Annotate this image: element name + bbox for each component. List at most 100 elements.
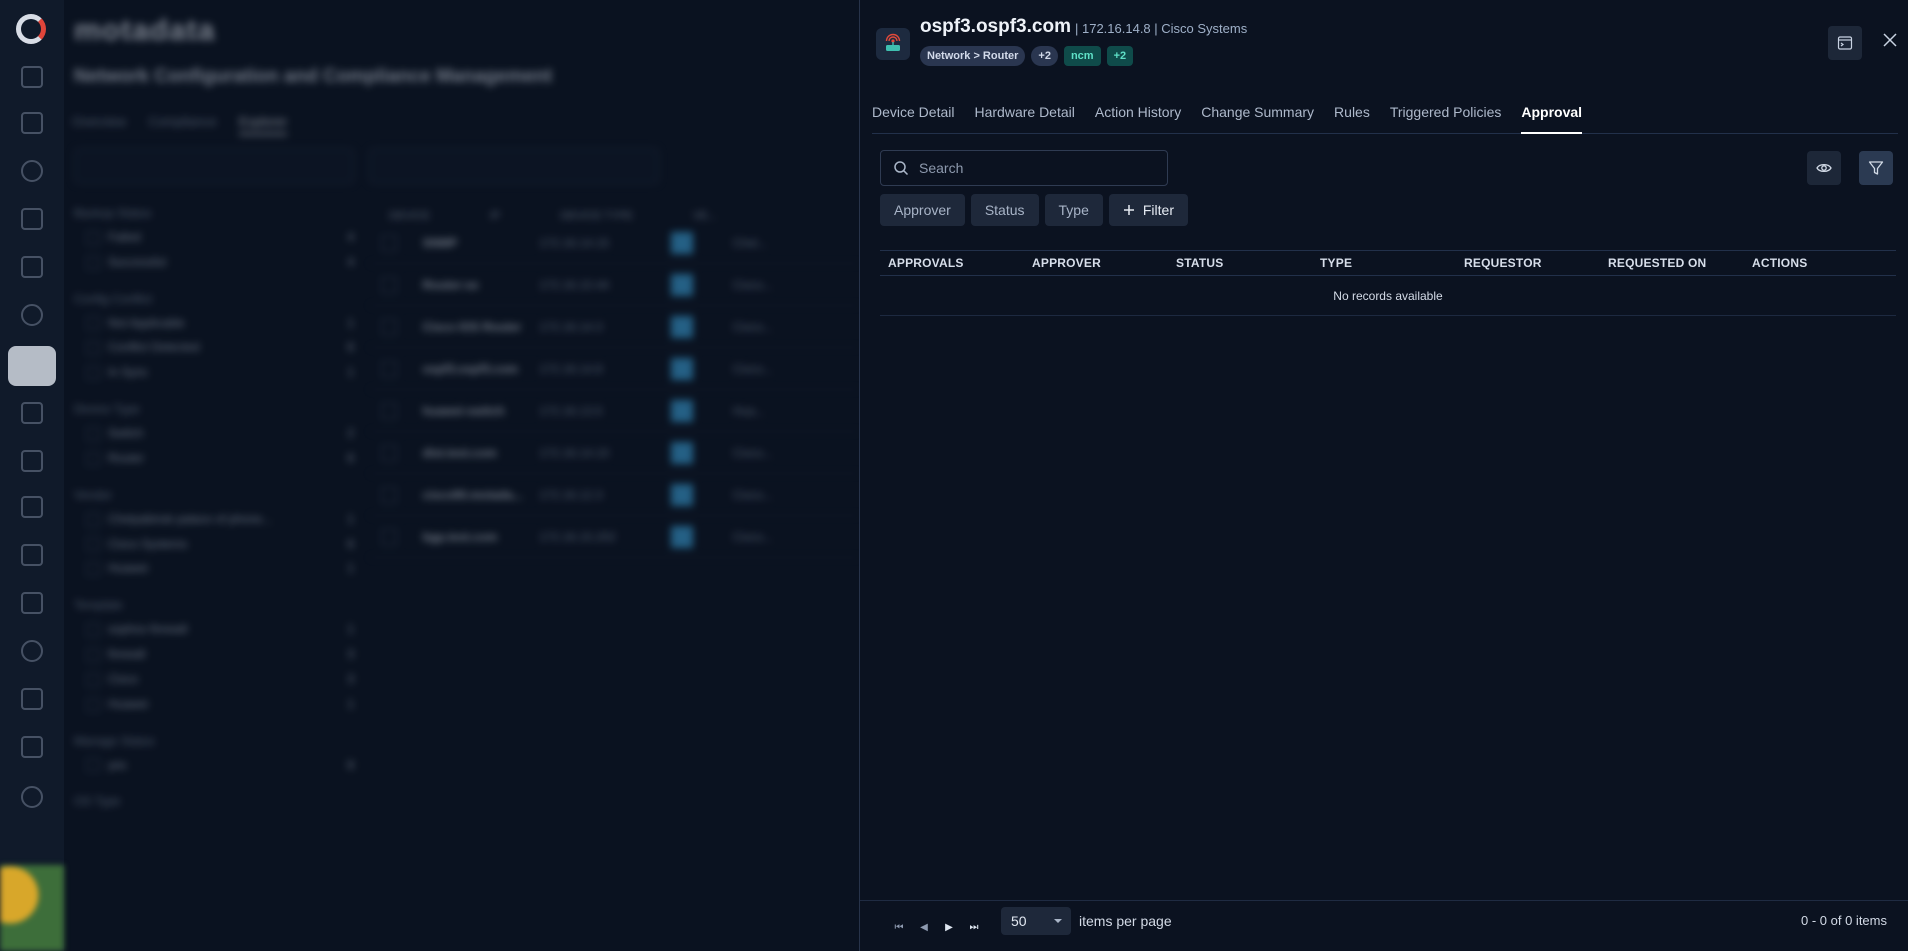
checkbox[interactable]	[86, 366, 100, 381]
page-size-select[interactable]: 50	[1001, 907, 1071, 935]
column-requested-on[interactable]: REQUESTED ON	[1600, 256, 1744, 270]
row-checkbox[interactable]	[381, 486, 397, 503]
table-row[interactable]: huawei-switch 172.16.13.5 Hua...	[369, 390, 859, 432]
log-icon[interactable]	[21, 208, 43, 230]
report-icon[interactable]	[21, 496, 43, 518]
row-device[interactable]: huawei-switch	[423, 404, 540, 418]
inventory-icon[interactable]	[21, 256, 43, 278]
filter-option[interactable]: Successful 4	[74, 255, 354, 270]
first-page-icon[interactable]: ⏮	[892, 921, 906, 935]
filter-option[interactable]: Huawei 1	[74, 561, 354, 577]
row-checkbox[interactable]	[381, 360, 397, 377]
row-checkbox[interactable]	[381, 276, 397, 293]
settings-icon[interactable]	[21, 786, 43, 808]
filter-option[interactable]: Switch 2	[74, 426, 354, 441]
table-row[interactable]: SNMP 172.16.14.15 Chel...	[369, 222, 859, 264]
tab-rules[interactable]: Rules	[1334, 94, 1370, 134]
row-device[interactable]: SNMP	[423, 236, 540, 250]
column-type[interactable]: TYPE	[1312, 256, 1456, 270]
filter-group-title[interactable]: OS Type	[74, 794, 354, 808]
status-filter-button[interactable]: Status	[970, 194, 1039, 226]
table-row[interactable]: bgp.test.com 172.16.15.202 Cisco...	[369, 516, 859, 558]
filter-option[interactable]: In Sync 1	[74, 365, 354, 381]
column-approver[interactable]: APPROVER	[1024, 256, 1168, 270]
column-status[interactable]: STATUS	[1168, 256, 1312, 270]
filter-group-title[interactable]: Device Type	[74, 402, 354, 416]
filter-group-title[interactable]: Template	[74, 598, 354, 612]
table-row[interactable]: ospf3.ospf3.com 172.16.14.8 Cisco...	[369, 348, 859, 390]
checkbox[interactable]	[86, 672, 100, 687]
table-row[interactable]: Cisco IOS Router 172.16.14.3 Cisco...	[369, 306, 859, 348]
filter-option[interactable]: yes 8	[74, 758, 354, 773]
checkbox[interactable]	[86, 623, 100, 638]
tab-overview[interactable]: Overview	[72, 114, 126, 135]
row-checkbox[interactable]	[381, 528, 397, 545]
terminal-button[interactable]	[1828, 26, 1862, 60]
filter-option[interactable]: sophos firewall 1	[74, 622, 354, 638]
checkbox[interactable]	[86, 647, 100, 662]
table-row[interactable]: Router-xe 172.16.10.44 Cisco...	[369, 264, 859, 306]
row-checkbox[interactable]	[381, 444, 397, 461]
device-type-more-chip[interactable]: +2	[1031, 46, 1058, 66]
tab-compliance[interactable]: Compliance	[148, 114, 217, 135]
metric-explorer-icon[interactable]	[21, 450, 43, 472]
row-device[interactable]: ospf3.ospf3.com	[423, 362, 540, 376]
checkbox[interactable]	[86, 255, 100, 270]
filter-option[interactable]: Conflict Detected 6	[74, 340, 354, 356]
filter-option[interactable]: Chelyabinsk palace of phone... 1	[74, 512, 354, 527]
filter-group-title[interactable]: Manage Status	[74, 734, 354, 748]
motadata-logo-icon[interactable]	[16, 14, 46, 44]
last-page-icon[interactable]: ⏭	[967, 921, 981, 935]
column-visibility-button[interactable]	[1807, 151, 1841, 185]
filter-option[interactable]: firewall 3	[74, 647, 354, 662]
grid-header-ip[interactable]: IP	[490, 210, 500, 222]
checkbox[interactable]	[86, 697, 100, 712]
table-row[interactable]: dist.test.com 172.16.14.10 Cisco...	[369, 432, 859, 474]
row-checkbox[interactable]	[381, 234, 397, 251]
ncm-icon[interactable]	[8, 346, 56, 386]
checkbox[interactable]	[86, 341, 100, 356]
network-icon[interactable]	[21, 640, 43, 662]
tab-device-detail[interactable]: Device Detail	[872, 94, 954, 134]
table-row[interactable]: cisco90.motada... 172.16.12.3 Cisco...	[369, 474, 859, 516]
row-device[interactable]: bgp.test.com	[423, 530, 540, 544]
checkbox[interactable]	[86, 758, 100, 773]
filter-option[interactable]: Failed 4	[74, 230, 354, 245]
checkbox[interactable]	[86, 537, 100, 552]
checkbox[interactable]	[86, 512, 100, 527]
checkbox[interactable]	[86, 562, 100, 577]
tab-hardware-detail[interactable]: Hardware Detail	[974, 94, 1074, 134]
checkbox[interactable]	[86, 451, 100, 466]
checkbox[interactable]	[86, 230, 100, 245]
filter-option[interactable]: Router 6	[74, 451, 354, 466]
tab-action-history[interactable]: Action History	[1095, 94, 1181, 134]
filter-group-title[interactable]: Vendor	[74, 488, 354, 502]
toggle-filter-button[interactable]	[1859, 151, 1893, 185]
flow-icon[interactable]	[21, 402, 43, 424]
filter-group-title[interactable]: Backup Status	[74, 206, 354, 220]
cloud-icon[interactable]	[21, 688, 43, 710]
column-requestor[interactable]: REQUESTOR	[1456, 256, 1600, 270]
monitor-icon[interactable]	[21, 112, 43, 134]
column-approvals[interactable]: APPROVALS	[880, 256, 1024, 270]
prev-page-icon[interactable]: ◀	[917, 921, 931, 935]
tab-explorer[interactable]: Explorer	[238, 114, 288, 135]
row-checkbox[interactable]	[381, 318, 397, 335]
next-page-icon[interactable]: ▶	[942, 921, 956, 935]
alert-bell-icon[interactable]	[21, 160, 43, 182]
row-checkbox[interactable]	[381, 402, 397, 419]
type-filter-button[interactable]: Type	[1044, 194, 1103, 226]
tab-approval[interactable]: Approval	[1521, 94, 1583, 134]
row-device[interactable]: Router-xe	[423, 278, 540, 292]
filter-option[interactable]: Cisco 3	[74, 672, 354, 687]
grid-header-device-type[interactable]: DEVICE TYPE	[560, 210, 633, 222]
user-avatar[interactable]	[0, 865, 64, 951]
device-tag-more-chip[interactable]: +2	[1106, 46, 1134, 66]
dashboard-icon[interactable]	[21, 66, 43, 88]
tab-triggered-policies[interactable]: Triggered Policies	[1390, 94, 1502, 134]
approver-filter-button[interactable]: Approver	[880, 194, 965, 226]
grid-search-input[interactable]	[369, 148, 659, 184]
chat-icon[interactable]	[21, 592, 43, 614]
row-device[interactable]: Cisco IOS Router	[423, 320, 540, 334]
row-device[interactable]: cisco90.motada...	[423, 488, 540, 502]
